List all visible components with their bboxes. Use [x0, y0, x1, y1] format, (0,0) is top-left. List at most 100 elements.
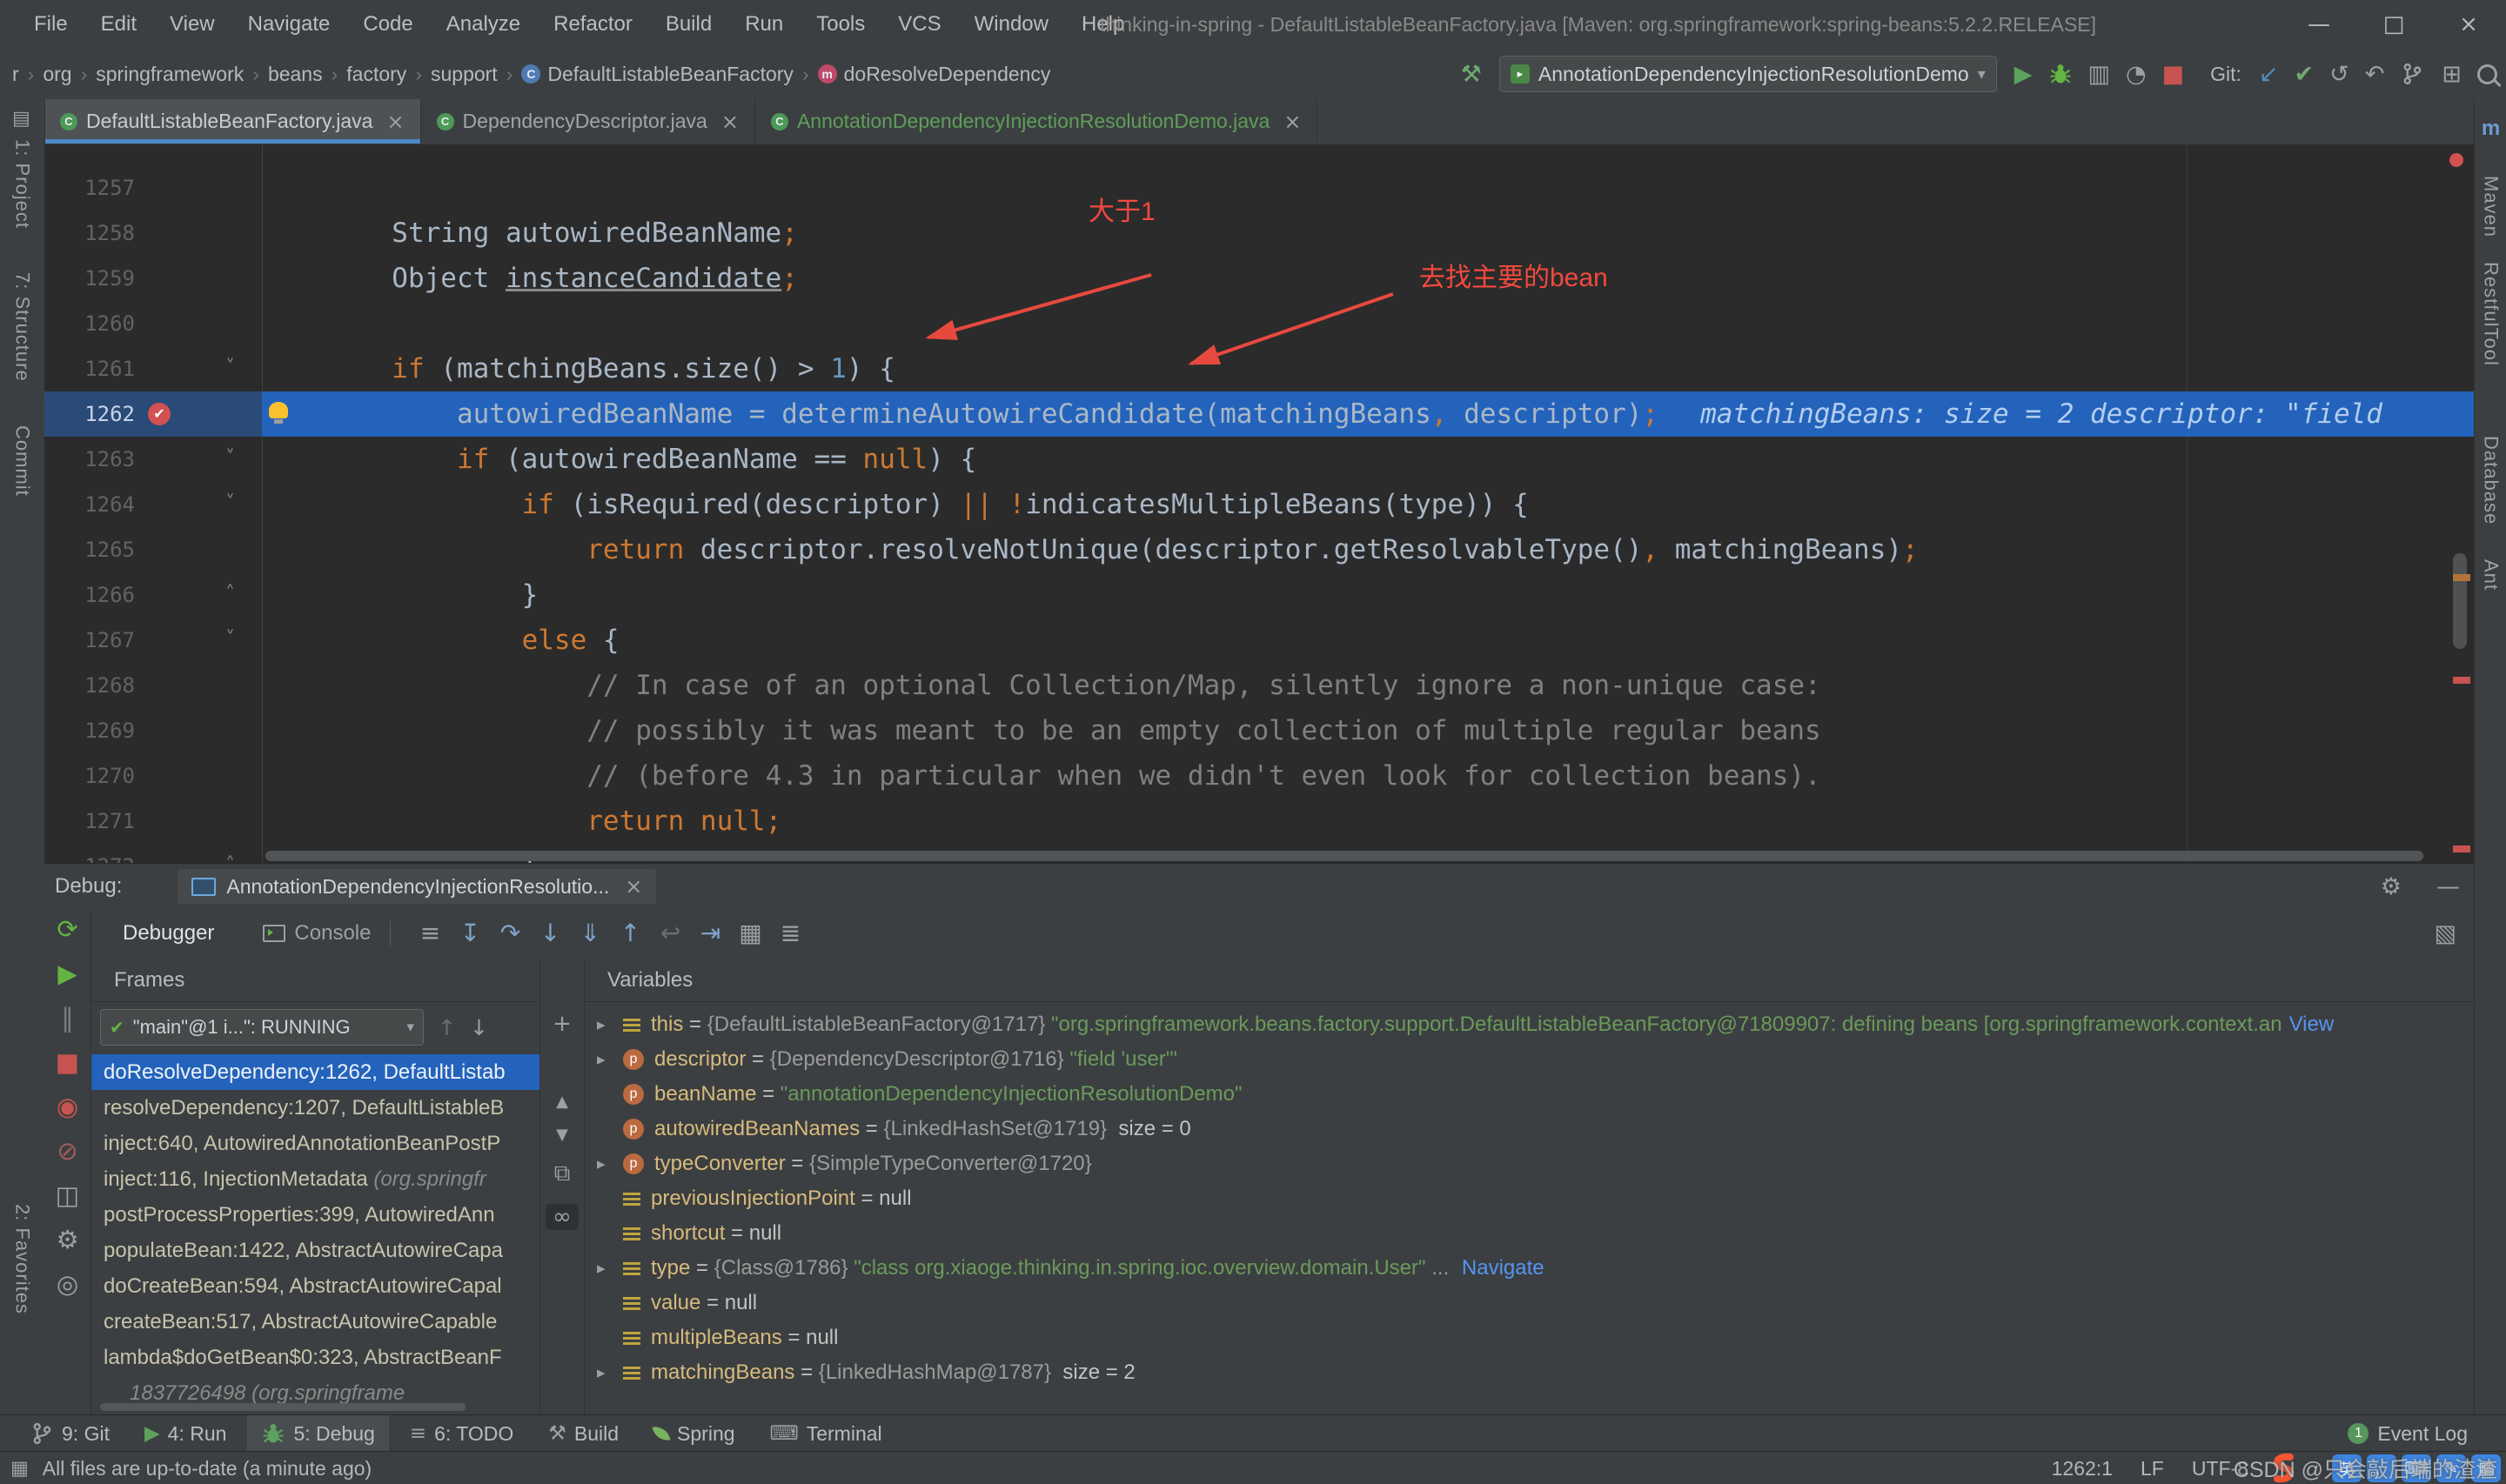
tool-button-1-project[interactable]: 1: Project [11, 139, 34, 229]
history-icon[interactable]: ↺ [2329, 63, 2349, 86]
stop-icon[interactable]: ■ [56, 1050, 79, 1075]
tab-console[interactable]: Console [263, 921, 371, 946]
code-text[interactable]: return descriptor.resolveNotUnique(descr… [262, 527, 1918, 572]
line-separator[interactable]: LF [2141, 1457, 2164, 1481]
up-stack-icon[interactable]: ↑ [438, 1017, 456, 1039]
fold-icon[interactable]: ˅ [225, 618, 235, 662]
variable-row[interactable]: multipleBeans = null [585, 1320, 2474, 1355]
close-icon[interactable]: × [721, 110, 739, 134]
fold-icon[interactable]: ˄ [225, 844, 235, 863]
toolwindow-spring[interactable]: Spring [640, 1415, 748, 1452]
run-icon[interactable]: ▶ [2014, 63, 2033, 86]
code-text[interactable]: else { [262, 618, 620, 663]
toolwindow-build[interactable]: ⚒ Build [534, 1415, 633, 1452]
error-indicator[interactable] [2449, 153, 2463, 167]
toolwindow-6-todo[interactable]: ≡ 6: TODO [396, 1415, 527, 1452]
close-button[interactable]: × [2431, 0, 2506, 49]
debug-icon[interactable] [2048, 62, 2073, 86]
run-to-cursor-icon[interactable]: ⇥ [690, 921, 730, 946]
menu-build[interactable]: Build [649, 0, 728, 49]
tool-button-2-favorites[interactable]: 2: Favorites [11, 1204, 34, 1314]
tool-button-restfultool[interactable]: RestfulTool [2480, 262, 2503, 366]
branch-icon[interactable] [2400, 62, 2424, 86]
breadcrumb-springframework[interactable]: springframework [90, 63, 249, 86]
settings-gear-icon[interactable]: ⚙ [2381, 873, 2402, 900]
close-icon[interactable]: × [1283, 110, 1301, 134]
menu-tools[interactable]: Tools [800, 0, 881, 49]
error-stripe-mark[interactable] [2453, 846, 2470, 852]
run-config-combo[interactable]: ▸ AnnotationDependencyInjectionResolutio… [1498, 56, 1997, 92]
rerun-icon[interactable]: ⟳ [57, 917, 77, 942]
mute-breakpoints-icon[interactable]: ⊘ [57, 1139, 77, 1164]
pin-icon[interactable]: ◎ [57, 1272, 78, 1297]
step-into-icon[interactable]: ↓ [530, 921, 570, 946]
force-step-into-icon[interactable]: ⇓ [570, 921, 610, 946]
stack-frame-row[interactable]: doResolveDependency:1262, DefaultListab [91, 1054, 539, 1090]
code-text[interactable]: autowiredBeanName = determineAutowireCan… [262, 391, 2382, 437]
tab-defaultlistablebeanfactory-java[interactable]: C DefaultListableBeanFactory.java × [44, 99, 421, 144]
fold-icon[interactable]: ˅ [225, 482, 235, 526]
fold-icon[interactable]: ˅ [225, 346, 235, 391]
next-frame-icon[interactable]: ▼ [556, 1127, 568, 1143]
code-text[interactable]: if (isRequired(descriptor) || !indicates… [262, 482, 1529, 527]
watch-values-icon[interactable]: ∞ [546, 1204, 579, 1230]
code-area[interactable]: 1257 1258 String autowiredBeanName; 1259 Obj… [44, 165, 2474, 863]
debug-settings-icon[interactable]: ⚙ [57, 1227, 79, 1253]
profiler-icon[interactable]: ◔ [2126, 63, 2147, 86]
code-text[interactable]: return null; [262, 799, 781, 844]
step-out-icon[interactable]: ↑ [610, 921, 650, 946]
stack-frame-row[interactable]: resolveDependency:1207, DefaultListableB [91, 1090, 539, 1126]
editor-scrollbar[interactable] [2453, 553, 2467, 649]
toolwindow-9-git[interactable]: 9: Git [16, 1415, 124, 1452]
menu-navigate[interactable]: Navigate [231, 0, 347, 49]
close-icon[interactable]: × [625, 874, 642, 899]
variable-row[interactable]: ▸ p typeConverter = {SimpleTypeConverter@1… [585, 1146, 2474, 1181]
toolwindow-toggle-icon[interactable]: ▦ [10, 1458, 29, 1480]
expand-icon[interactable]: ▸ [597, 1363, 623, 1382]
copy-stack-icon[interactable]: ⧉ [554, 1162, 571, 1185]
variable-row[interactable]: p autowiredBeanNames = {LinkedHashSet@171… [585, 1112, 2474, 1146]
drop-frame-icon[interactable]: ↩ [650, 921, 690, 946]
breadcrumb-method[interactable]: m doResolveDependency [813, 63, 1056, 86]
expand-icon[interactable]: ▸ [597, 1015, 623, 1034]
down-stack-icon[interactable]: ↓ [470, 1017, 488, 1039]
previous-frame-icon[interactable]: ▲ [556, 1094, 568, 1110]
trace-streams-icon[interactable]: ≣ [770, 921, 810, 946]
debug-session-tab[interactable]: AnnotationDependencyInjectionResolutio..… [178, 869, 657, 904]
tool-button-database[interactable]: Database [2480, 436, 2503, 525]
toolwindow-4-run[interactable]: ▶ 4: Run [131, 1415, 240, 1452]
caret-position[interactable]: 1262:1 [2052, 1457, 2113, 1481]
menu-run[interactable]: Run [728, 0, 800, 49]
error-stripe-mark[interactable] [2453, 677, 2470, 684]
view-memory-icon[interactable]: ▦ [730, 921, 770, 946]
code-text[interactable]: if (autowiredBeanName == null) { [262, 437, 976, 482]
show-execution-point-icon[interactable]: ↧ [450, 921, 490, 946]
breadcrumb-org[interactable]: org [37, 63, 77, 86]
event-log-button[interactable]: 1 Event Log [2348, 1422, 2468, 1446]
layout-icon[interactable]: ⊞ [2442, 63, 2462, 86]
tab-annotationdependencyinjectionresolutiondemo-java[interactable]: C AnnotationDependencyInjectionResolution… [755, 99, 1318, 144]
code-text[interactable]: // (before 4.3 in particular when we did… [262, 753, 1820, 799]
fold-icon[interactable]: ˅ [225, 437, 235, 481]
pause-icon[interactable]: ‖ [61, 1006, 74, 1031]
warning-stripe-mark[interactable] [2453, 574, 2470, 581]
stack-frame-row[interactable]: postProcessProperties:399, AutowiredAnn [91, 1197, 539, 1233]
variable-row[interactable]: value = null [585, 1286, 2474, 1320]
toolwindow-5-debug[interactable]: 5: Debug [247, 1415, 389, 1452]
stack-frame-row[interactable]: doCreateBean:594, AbstractAutowireCapal [91, 1268, 539, 1304]
stack-frame-row[interactable]: createBean:517, AbstractAutowireCapable [91, 1304, 539, 1340]
stop-icon[interactable]: ■ [2162, 63, 2185, 86]
code-text[interactable]: if (matchingBeans.size() > 1) { [262, 346, 895, 391]
view-breakpoints-icon[interactable]: ◉ [57, 1094, 78, 1120]
menu-view[interactable]: View [153, 0, 231, 49]
thread-dump-icon[interactable]: ◫ [56, 1183, 79, 1208]
restore-layout-icon[interactable]: ▧ [2434, 920, 2456, 947]
navigate-link[interactable]: View [2289, 1013, 2335, 1037]
rollback-icon[interactable]: ↶ [2365, 63, 2385, 86]
frames-scrollbar[interactable] [100, 1403, 466, 1411]
fold-icon[interactable]: ˄ [225, 572, 235, 617]
tab-debugger[interactable]: Debugger [123, 921, 214, 946]
update-project-icon[interactable]: ↙ [2259, 63, 2279, 86]
toolwindow-terminal[interactable]: ⌨ Terminal [756, 1415, 896, 1452]
code-text[interactable]: // In case of an optional Collection/Map… [262, 663, 1820, 708]
